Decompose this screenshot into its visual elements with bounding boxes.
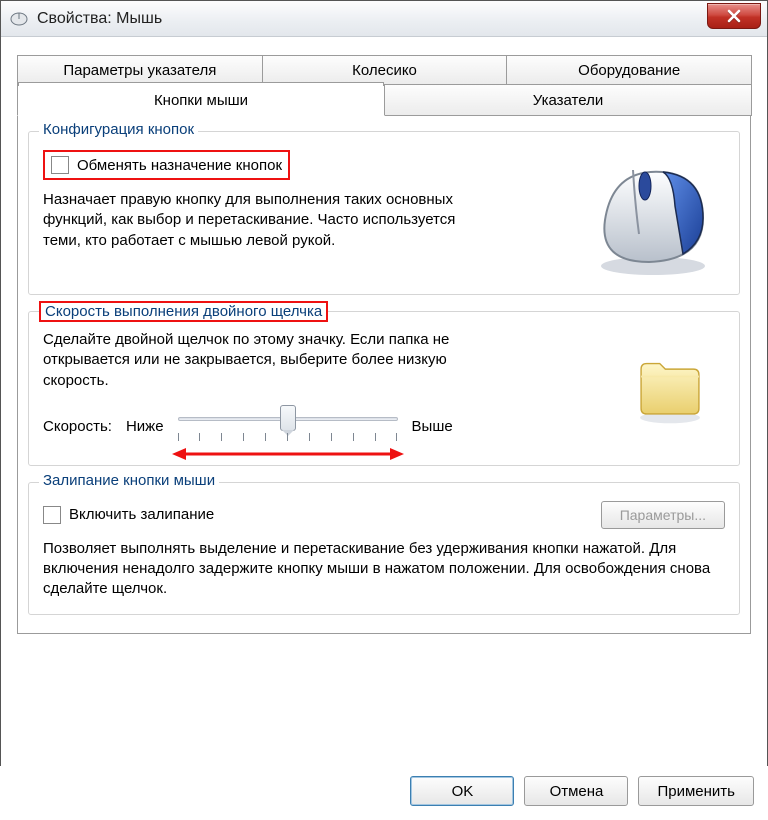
mouse-icon <box>9 11 29 27</box>
group-button-config: Конфигурация кнопок Обменять назначение … <box>28 131 740 295</box>
doubleclick-speed-slider[interactable] <box>178 403 398 451</box>
mouse-illustration <box>575 150 725 280</box>
tab-buttons[interactable]: Кнопки мыши <box>17 84 385 116</box>
window-title: Свойства: Мышь <box>37 10 162 28</box>
tab-row-top: Параметры указателя Колесико Оборудовани… <box>17 55 751 85</box>
annotation-arrow <box>172 447 404 455</box>
tab-hardware[interactable]: Оборудование <box>506 55 752 85</box>
clicklock-settings-button[interactable]: Параметры... <box>601 501 725 529</box>
ok-button[interactable]: OK <box>410 776 514 806</box>
group-doubleclick: Скорость выполнения двойного щелчка Сдел… <box>28 311 740 466</box>
apply-button[interactable]: Применить <box>638 776 754 806</box>
tab-panel: Конфигурация кнопок Обменять назначение … <box>17 115 751 634</box>
clicklock-checkbox[interactable] <box>43 506 61 524</box>
group-clicklock: Залипание кнопки мыши Включить залипание… <box>28 482 740 615</box>
title-bar: Свойства: Мышь <box>1 1 767 37</box>
group-doubleclick-legend: Скорость выполнения двойного щелчка <box>39 301 328 322</box>
tab-wheel[interactable]: Колесико <box>262 55 508 85</box>
doubleclick-description: Сделайте двойной щелчок по этому значку.… <box>43 330 473 391</box>
cancel-button[interactable]: Отмена <box>524 776 628 806</box>
doubleclick-test-icon[interactable] <box>615 330 725 440</box>
swap-buttons-label: Обменять назначение кнопок <box>77 157 282 174</box>
swap-buttons-highlight: Обменять назначение кнопок <box>43 150 290 180</box>
speed-high-label: Выше <box>412 418 453 435</box>
group-button-config-legend: Конфигурация кнопок <box>39 121 198 138</box>
tab-pointers[interactable]: Указатели <box>384 84 752 116</box>
doubleclick-speed-row: Скорость: Ниже <box>43 403 597 451</box>
dialog-body: Параметры указателя Колесико Оборудовани… <box>1 37 767 644</box>
tab-pointer-options[interactable]: Параметры указателя <box>17 55 263 85</box>
dialog-button-bar: OK Отмена Применить <box>0 766 768 820</box>
speed-low-label: Ниже <box>126 418 164 435</box>
swap-buttons-description: Назначает правую кнопку для выполнения т… <box>43 190 473 251</box>
clicklock-label: Включить залипание <box>69 506 214 523</box>
tab-row-bottom: Кнопки мыши Указатели <box>17 84 751 116</box>
clicklock-description: Позволяет выполнять выделение и перетаск… <box>43 539 725 600</box>
speed-label: Скорость: <box>43 418 112 435</box>
close-button[interactable] <box>707 3 761 29</box>
group-clicklock-legend: Залипание кнопки мыши <box>39 472 219 489</box>
close-icon <box>726 9 742 23</box>
swap-buttons-checkbox[interactable] <box>51 156 69 174</box>
